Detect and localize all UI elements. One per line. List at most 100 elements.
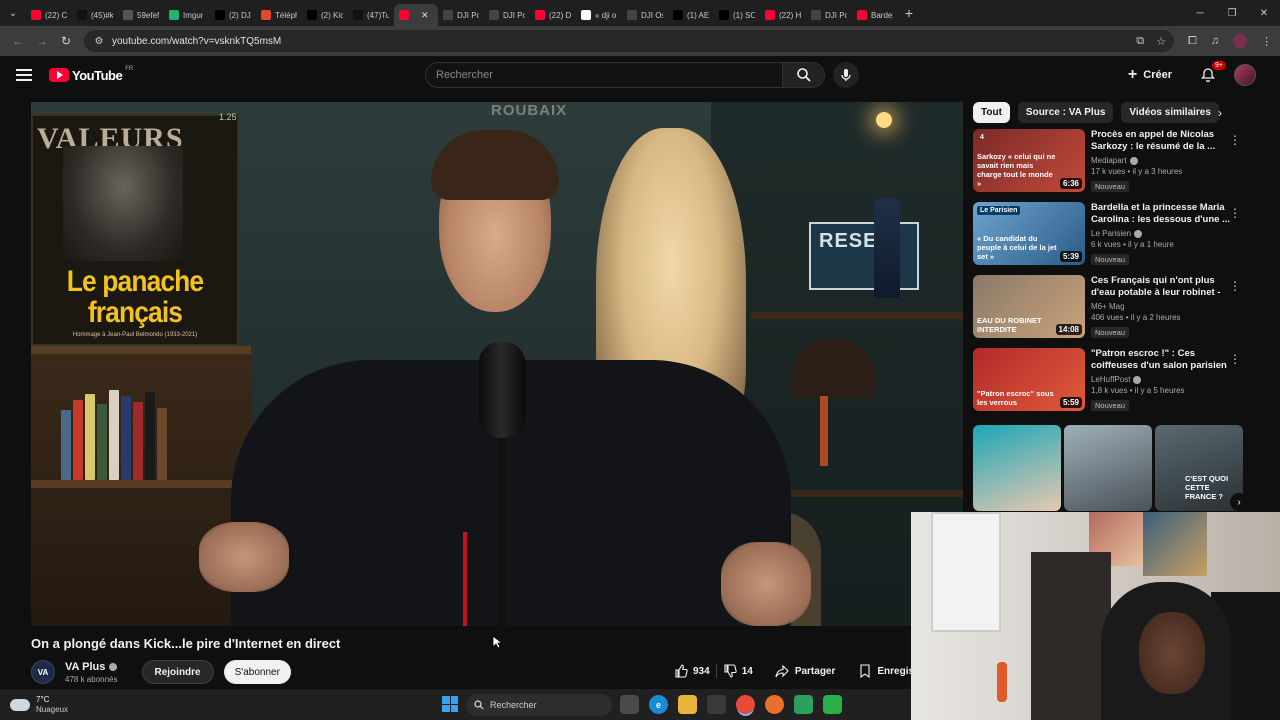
chip-1[interactable]: Source : VA Plus — [1017, 101, 1114, 123]
browser-tab[interactable]: 59efef — [118, 4, 164, 26]
weather-widget[interactable]: 7°C Nuageux — [10, 695, 68, 715]
search-button[interactable] — [783, 62, 825, 88]
media-controls-icon[interactable]: ♫ — [1211, 35, 1219, 47]
notifications-button[interactable]: 9+ — [1198, 61, 1226, 85]
recommendation-item[interactable]: 4 Sarkozy « celui qui ne savait rien mais… — [973, 129, 1245, 202]
recommendation-title[interactable]: Procès en appel de Nicolas Sarkozy : le … — [1091, 129, 1235, 153]
browser-tab-active[interactable]: ✕ — [394, 4, 438, 26]
recommendation-item[interactable]: EAU DU ROBINET INTERDITE 14:08 Ces Françai… — [973, 275, 1245, 348]
account-avatar[interactable] — [1234, 64, 1256, 86]
channel-name-row[interactable]: VA Plus — [65, 661, 118, 673]
browser-tab[interactable]: Bardell — [852, 4, 898, 26]
browser-tab[interactable]: (2) DJI — [210, 4, 256, 26]
browser-tab[interactable]: DJI Po — [438, 4, 484, 26]
video-player[interactable]: ROUBAIX RESE C VALEURS Le panache frança… — [31, 102, 963, 626]
dislike-button[interactable]: 14 — [723, 664, 753, 678]
youtube-logo[interactable]: YouTube FR — [49, 66, 133, 83]
recommendation-channel[interactable]: LeHuffPost — [1091, 375, 1235, 384]
browser-tab[interactable]: Imgur — [164, 4, 210, 26]
close-tab-icon[interactable]: ✕ — [421, 10, 429, 21]
verified-icon — [1133, 375, 1142, 384]
recommendation-item[interactable]: Le Parisien « Du candidat du peuple à cel… — [973, 202, 1245, 275]
bookmark-star-icon[interactable]: ☆ — [1156, 35, 1166, 48]
url-text[interactable]: youtube.com/watch?v=vsknkTQ5msM — [112, 36, 281, 47]
recommendation-channel[interactable]: M6+ Mag — [1091, 302, 1235, 311]
forward-icon[interactable]: → — [30, 34, 54, 48]
video-thumbnail[interactable]: 4 Sarkozy « celui qui ne savait rien mais… — [973, 129, 1085, 192]
task-view-icon[interactable] — [620, 695, 639, 714]
recommendation-channel[interactable]: Le Parisien — [1091, 229, 1235, 238]
channel-name[interactable]: Le Parisien — [1091, 229, 1131, 238]
more-options-icon[interactable]: ⋮ — [1229, 352, 1241, 366]
create-button[interactable]: + Créer — [1117, 62, 1182, 88]
explorer-icon[interactable] — [678, 695, 697, 714]
recommendation-channel[interactable]: Mediapart — [1091, 156, 1235, 165]
close-window-icon[interactable]: ✕ — [1248, 8, 1280, 19]
browser-tab[interactable]: (22) Ce — [26, 4, 72, 26]
recommendation-title[interactable]: Ces Français qui n'ont plus d'eau potabl… — [1091, 275, 1235, 299]
browser-tab[interactable]: (1) SOS — [714, 4, 760, 26]
back-icon[interactable]: ← — [6, 34, 30, 48]
video-thumbnail[interactable]: EAU DU ROBINET INTERDITE 14:08 — [973, 275, 1085, 338]
recommendation-item[interactable]: "Patron escroc" sous les verrous 5:59 "Pat… — [973, 348, 1245, 421]
extensions-icon[interactable]: ⧠ — [1188, 35, 1197, 48]
like-button[interactable]: 934 — [674, 664, 710, 678]
more-options-icon[interactable]: ⋮ — [1229, 206, 1241, 220]
browser-tab[interactable]: Télépho — [256, 4, 302, 26]
minimize-icon[interactable]: ─ — [1184, 8, 1216, 19]
chevron-right-icon[interactable]: › — [1218, 106, 1222, 120]
short-thumbnail[interactable] — [1064, 425, 1152, 511]
voice-search-button[interactable] — [833, 62, 859, 88]
profile-avatar[interactable] — [1233, 34, 1248, 48]
browser-tab[interactable]: « dji o — [576, 4, 622, 26]
cast-icon[interactable]: ⧉ — [1136, 35, 1144, 48]
new-tab-button[interactable]: + — [898, 5, 920, 21]
browser-tab[interactable]: DJI Po — [806, 4, 852, 26]
tab-title: Imgur — [183, 10, 204, 20]
browser-tab[interactable]: (22) He — [760, 4, 806, 26]
browser-menu-icon[interactable]: ⋮ — [1261, 35, 1272, 48]
edge-icon[interactable]: e — [649, 695, 668, 714]
edge-dev-icon[interactable] — [794, 695, 813, 714]
short-thumbnail[interactable] — [973, 425, 1061, 511]
more-options-icon[interactable]: ⋮ — [1229, 279, 1241, 293]
browser-tab[interactable]: (2) Kick — [302, 4, 348, 26]
menu-icon[interactable] — [16, 69, 32, 81]
browser-tab[interactable]: (47)Tul — [348, 4, 394, 26]
shorts-next-icon[interactable]: › — [1230, 493, 1248, 511]
share-button[interactable]: Partager — [767, 658, 844, 684]
recommendation-title[interactable]: "Patron escroc !" : Ces coiffeuses d'un … — [1091, 348, 1235, 372]
video-thumbnail[interactable]: Le Parisien « Du candidat du peuple à cel… — [973, 202, 1085, 265]
video-thumbnail[interactable]: "Patron escroc" sous les verrous 5:59 — [973, 348, 1085, 411]
chip-2[interactable]: Vidéos similaires — [1121, 101, 1219, 123]
address-bar[interactable]: ⚙ youtube.com/watch?v=vsknkTQ5msM ⧉ ☆ — [84, 30, 1174, 52]
more-options-icon[interactable]: ⋮ — [1229, 133, 1241, 147]
store-icon[interactable] — [707, 695, 726, 714]
channel-name[interactable]: LeHuffPost — [1091, 375, 1130, 384]
channel-name[interactable]: Mediapart — [1091, 156, 1127, 165]
recommendation-title[interactable]: Bardella et la princesse Maria Carolina … — [1091, 202, 1235, 226]
doc-icon — [261, 10, 271, 20]
reload-icon[interactable]: ↻ — [54, 34, 78, 48]
tab-search-chevron-icon[interactable]: ⌄ — [0, 0, 26, 26]
search-input[interactable] — [436, 69, 772, 81]
channel-name[interactable]: VA Plus — [65, 661, 105, 673]
channel-avatar[interactable]: VA — [31, 660, 55, 684]
browser-tab[interactable]: (1) AES — [668, 4, 714, 26]
app-green-icon[interactable] — [823, 695, 842, 714]
dji-icon — [627, 10, 637, 20]
windows-start-icon[interactable] — [442, 696, 458, 712]
taskbar-search[interactable]: Rechercher — [466, 694, 612, 716]
browser-tab[interactable]: (45)#ki — [72, 4, 118, 26]
site-info-icon[interactable]: ⚙ — [92, 34, 106, 48]
chip-0[interactable]: Tout — [973, 101, 1010, 123]
browser-tab[interactable]: (22) DJ — [530, 4, 576, 26]
chrome-icon[interactable] — [736, 695, 755, 714]
restore-icon[interactable]: ❐ — [1216, 8, 1248, 19]
channel-name[interactable]: M6+ Mag — [1091, 302, 1125, 311]
firefox-icon[interactable] — [765, 695, 784, 714]
browser-tab[interactable]: DJI Po — [484, 4, 530, 26]
subscribe-button[interactable]: S'abonner — [223, 660, 291, 684]
browser-tab[interactable]: DJI Os — [622, 4, 668, 26]
join-button[interactable]: Rejoindre — [141, 660, 214, 684]
